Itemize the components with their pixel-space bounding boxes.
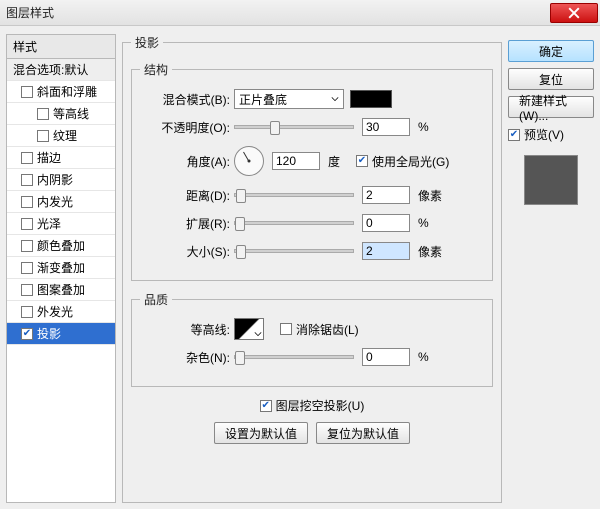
angle-unit: 度: [328, 153, 346, 170]
window-title: 图层样式: [0, 4, 54, 21]
contour-label: 等高线:: [140, 321, 230, 338]
knockout-checkbox[interactable]: [260, 400, 272, 412]
checkbox[interactable]: [21, 306, 33, 318]
size-unit: 像素: [418, 243, 448, 260]
size-input[interactable]: 2: [362, 242, 410, 260]
style-item-innerglow[interactable]: 内发光: [7, 191, 115, 213]
blendmode-select[interactable]: 正片叠底: [234, 89, 344, 109]
dropshadow-fieldset: 投影 结构 混合模式(B): 正片叠底: [122, 34, 502, 503]
make-default-button[interactable]: 设置为默认值: [214, 422, 308, 444]
preview-label: 预览(V): [524, 126, 564, 143]
dropshadow-legend: 投影: [131, 34, 163, 51]
spread-label: 扩展(R):: [140, 215, 230, 232]
antialias-checkbox[interactable]: [280, 323, 292, 335]
style-item-bevel[interactable]: 斜面和浮雕: [7, 81, 115, 103]
chevron-down-icon: [254, 330, 262, 338]
checkbox[interactable]: [21, 240, 33, 252]
angle-dial[interactable]: [234, 146, 264, 176]
distance-label: 距离(D):: [140, 187, 230, 204]
opacity-label: 不透明度(O):: [140, 119, 230, 136]
style-item-texture[interactable]: 纹理: [7, 125, 115, 147]
distance-slider[interactable]: [234, 193, 354, 197]
structure-fieldset: 结构 混合模式(B): 正片叠底 不透明度(O):: [131, 61, 493, 281]
checkbox[interactable]: [21, 218, 33, 230]
knockout-label: 图层挖空投影(U): [276, 397, 365, 414]
size-slider[interactable]: [234, 249, 354, 253]
angle-label: 角度(A):: [140, 153, 230, 170]
size-label: 大小(S):: [140, 243, 230, 260]
opacity-slider[interactable]: [234, 125, 354, 129]
quality-fieldset: 品质 等高线: 消除锯齿(L) 杂色(N):: [131, 291, 493, 387]
checkbox[interactable]: [21, 262, 33, 274]
checkbox[interactable]: [21, 196, 33, 208]
noise-input[interactable]: 0: [362, 348, 410, 366]
global-light-label: 使用全局光(G): [372, 153, 449, 170]
checkbox[interactable]: [21, 174, 33, 186]
distance-unit: 像素: [418, 187, 448, 204]
noise-unit: %: [418, 350, 448, 364]
style-item-satin[interactable]: 光泽: [7, 213, 115, 235]
spread-input[interactable]: 0: [362, 214, 410, 232]
structure-legend: 结构: [140, 61, 172, 78]
shadow-color-swatch[interactable]: [350, 90, 392, 108]
reset-default-button[interactable]: 复位为默认值: [316, 422, 410, 444]
antialias-label: 消除锯齿(L): [296, 321, 359, 338]
preview-swatch: [524, 155, 578, 205]
style-item-patternoverlay[interactable]: 图案叠加: [7, 279, 115, 301]
blendmode-label: 混合模式(B):: [140, 91, 230, 108]
titlebar: 图层样式: [0, 0, 600, 26]
blend-options-row[interactable]: 混合选项:默认: [7, 59, 115, 81]
noise-slider[interactable]: [234, 355, 354, 359]
settings-panel: 投影 结构 混合模式(B): 正片叠底: [122, 34, 502, 503]
checkbox[interactable]: [21, 152, 33, 164]
angle-input[interactable]: 120: [272, 152, 320, 170]
opacity-input[interactable]: 30: [362, 118, 410, 136]
style-item-stroke[interactable]: 描边: [7, 147, 115, 169]
noise-label: 杂色(N):: [140, 349, 230, 366]
checkbox[interactable]: [37, 108, 49, 120]
styles-list: 混合选项:默认 斜面和浮雕 等高线 纹理 描边 内阴影 内发光 光泽 颜色叠加 …: [6, 58, 116, 503]
checkbox[interactable]: [21, 86, 33, 98]
chevron-down-icon: [331, 95, 339, 103]
layer-style-dialog: 图层样式 样式 混合选项:默认 斜面和浮雕 等高线 纹理 描边 内阴影 内发光 …: [0, 0, 600, 509]
styles-header: 样式: [6, 34, 116, 58]
close-button[interactable]: [550, 3, 598, 23]
quality-legend: 品质: [140, 291, 172, 308]
actions-panel: 确定 复位 新建样式(W)... 预览(V): [508, 34, 594, 503]
opacity-unit: %: [418, 120, 448, 134]
distance-input[interactable]: 2: [362, 186, 410, 204]
spread-slider[interactable]: [234, 221, 354, 225]
cancel-button[interactable]: 复位: [508, 68, 594, 90]
close-icon: [568, 7, 580, 19]
style-item-coloroverlay[interactable]: 颜色叠加: [7, 235, 115, 257]
style-item-innershadow[interactable]: 内阴影: [7, 169, 115, 191]
style-item-dropshadow[interactable]: 投影: [7, 323, 115, 345]
style-item-contour[interactable]: 等高线: [7, 103, 115, 125]
new-style-button[interactable]: 新建样式(W)...: [508, 96, 594, 118]
style-item-gradientoverlay[interactable]: 渐变叠加: [7, 257, 115, 279]
ok-button[interactable]: 确定: [508, 40, 594, 62]
style-item-outerglow[interactable]: 外发光: [7, 301, 115, 323]
global-light-checkbox[interactable]: [356, 155, 368, 167]
styles-panel: 样式 混合选项:默认 斜面和浮雕 等高线 纹理 描边 内阴影 内发光 光泽 颜色…: [6, 34, 116, 503]
checkbox[interactable]: [21, 284, 33, 296]
spread-unit: %: [418, 216, 448, 230]
preview-checkbox[interactable]: [508, 129, 520, 141]
checkbox[interactable]: [37, 130, 49, 142]
contour-picker[interactable]: [234, 318, 264, 340]
checkbox[interactable]: [21, 328, 33, 340]
